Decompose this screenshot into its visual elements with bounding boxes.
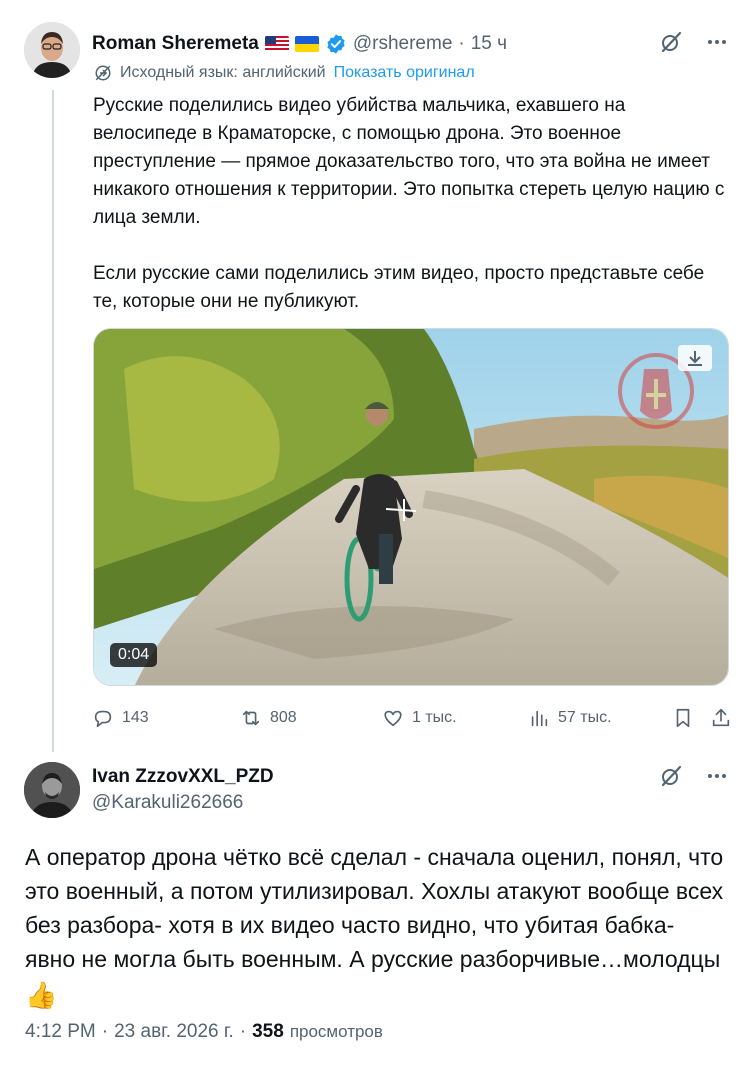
reply-views-label: просмотров: [289, 1022, 383, 1041]
reply-author-handle[interactable]: @Karakuli262666: [92, 792, 243, 814]
tweet-paragraph: Если русские сами поделились этим видео,…: [93, 263, 705, 312]
tweet-body: Русские поделились видео убийства мальчи…: [93, 92, 733, 344]
thread-connector-line: [52, 90, 54, 752]
repost-count: 808: [270, 709, 297, 726]
bookmark-icon: [676, 708, 690, 728]
grok-slash-icon[interactable]: [659, 764, 683, 788]
translate-icon: [95, 65, 111, 81]
views-count: 57 тыс.: [558, 709, 612, 726]
reply-body: А оператор дрона чётко всё сделал - снач…: [25, 840, 725, 1012]
translation-note: Исходный язык: английский: [120, 64, 326, 81]
like-count: 1 тыс.: [412, 709, 457, 726]
us-flag-icon: [264, 36, 289, 52]
share-icon: [712, 708, 730, 727]
reply-meta: 4:12 PM · 23 авг. 2026 г. · 358 просмотр…: [25, 1021, 383, 1043]
reply-button[interactable]: 143: [92, 707, 240, 729]
video-player[interactable]: 0:04: [93, 328, 729, 686]
views-icon: [531, 710, 548, 727]
share-button[interactable]: [710, 707, 732, 729]
reply-date[interactable]: 23 авг. 2026 г.: [114, 1021, 234, 1043]
grok-slash-icon[interactable]: [659, 30, 683, 54]
like-button[interactable]: 1 тыс.: [382, 707, 528, 729]
verified-badge-icon: [327, 34, 345, 54]
repost-icon: [242, 710, 260, 726]
author-avatar[interactable]: [24, 22, 80, 78]
action-bar: 143 808 1 тыс. 57 тыс.: [92, 704, 732, 732]
reply-icon: [94, 710, 112, 728]
meta-separator: ·: [101, 1021, 109, 1042]
repost-button[interactable]: 808: [240, 707, 382, 729]
more-icon[interactable]: [705, 30, 729, 54]
reply-author-name[interactable]: Ivan ZzzovXXL_PZD: [92, 766, 274, 788]
reply-views-count: 358: [252, 1021, 284, 1042]
like-icon: [384, 710, 402, 727]
reply-time[interactable]: 4:12 PM: [25, 1021, 96, 1043]
author-name[interactable]: Roman Sheremeta: [92, 33, 259, 55]
video-timestamp: 0:04: [110, 643, 158, 667]
post-time[interactable]: 15 ч: [471, 33, 507, 55]
views-button[interactable]: 57 тыс.: [528, 707, 672, 729]
author-handle[interactable]: @rshereme: [353, 33, 453, 55]
separator-dot: ·: [458, 33, 465, 54]
thumbs-up-emoji: 👍: [25, 980, 58, 1010]
show-original-link[interactable]: Показать оригинал: [334, 64, 475, 82]
ukraine-flag-icon: [294, 36, 319, 52]
tweet-paragraph: Русские поделились видео убийства мальчи…: [93, 95, 725, 228]
reply-count: 143: [122, 709, 149, 726]
bookmark-button[interactable]: [672, 707, 710, 729]
reply-author-avatar[interactable]: [24, 762, 80, 818]
download-icon[interactable]: [678, 345, 712, 371]
meta-separator: ·: [239, 1021, 247, 1042]
more-icon[interactable]: [705, 764, 729, 788]
reply-text: А оператор дрона чётко всё сделал - снач…: [25, 844, 724, 972]
